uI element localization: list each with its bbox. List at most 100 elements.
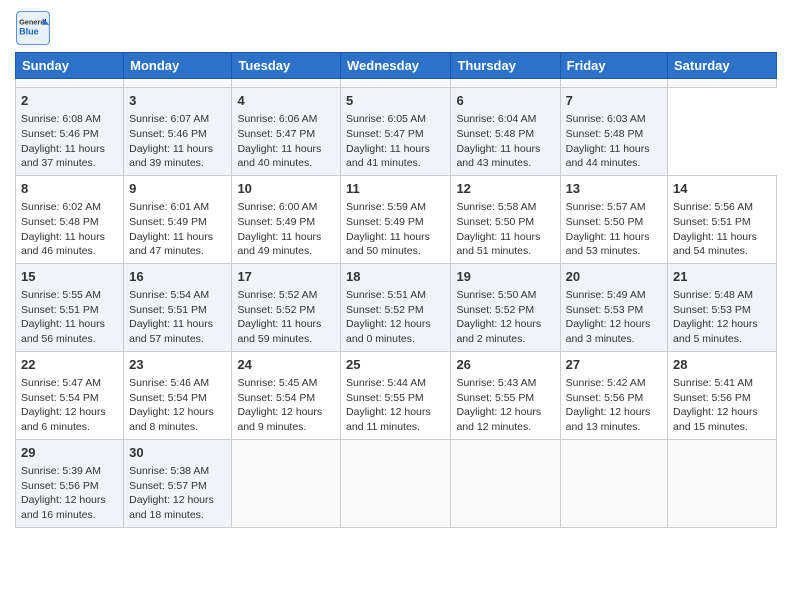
sunset-label: Sunset: 5:56 PM [673,392,751,404]
column-header-saturday: Saturday [668,53,777,79]
sunrise-label: Sunrise: 5:57 AM [566,201,646,213]
sunset-label: Sunset: 5:47 PM [237,128,315,140]
sunset-label: Sunset: 5:53 PM [566,304,644,316]
calendar-cell: 26Sunrise: 5:43 AMSunset: 5:55 PMDayligh… [451,351,560,439]
day-number: 17 [237,268,335,286]
day-number: 5 [346,92,445,110]
daylight-label: Daylight: 11 hours and 50 minutes. [346,231,430,258]
calendar-cell: 6Sunrise: 6:04 AMSunset: 5:48 PMDaylight… [451,88,560,176]
sunset-label: Sunset: 5:52 PM [456,304,534,316]
sunrise-label: Sunrise: 5:46 AM [129,377,209,389]
sunrise-label: Sunrise: 6:07 AM [129,113,209,125]
calendar-cell: 3Sunrise: 6:07 AMSunset: 5:46 PMDaylight… [124,88,232,176]
sunset-label: Sunset: 5:55 PM [346,392,424,404]
daylight-label: Daylight: 12 hours and 15 minutes. [673,406,758,433]
calendar-header-row: SundayMondayTuesdayWednesdayThursdayFrid… [16,53,777,79]
calendar-table: SundayMondayTuesdayWednesdayThursdayFrid… [15,52,777,528]
day-number: 21 [673,268,771,286]
daylight-label: Daylight: 11 hours and 59 minutes. [237,318,321,345]
sunrise-label: Sunrise: 6:04 AM [456,113,536,125]
day-number: 27 [566,356,662,374]
calendar-cell [668,79,777,88]
day-number: 25 [346,356,445,374]
sunset-label: Sunset: 5:50 PM [456,216,534,228]
day-number: 14 [673,180,771,198]
day-number: 18 [346,268,445,286]
sunset-label: Sunset: 5:49 PM [237,216,315,228]
daylight-label: Daylight: 11 hours and 56 minutes. [21,318,105,345]
sunset-label: Sunset: 5:57 PM [129,480,207,492]
calendar-cell: 2Sunrise: 6:08 AMSunset: 5:46 PMDaylight… [16,88,124,176]
sunrise-label: Sunrise: 5:47 AM [21,377,101,389]
day-number: 4 [237,92,335,110]
day-number: 30 [129,444,226,462]
day-number: 24 [237,356,335,374]
sunrise-label: Sunrise: 5:38 AM [129,465,209,477]
calendar-cell: 8Sunrise: 6:02 AMSunset: 5:48 PMDaylight… [16,175,124,263]
calendar-cell: 7Sunrise: 6:03 AMSunset: 5:48 PMDaylight… [560,88,667,176]
calendar-cell [341,79,451,88]
calendar-cell: 10Sunrise: 6:00 AMSunset: 5:49 PMDayligh… [232,175,341,263]
logo-icon: General Blue [15,10,51,46]
day-number: 11 [346,180,445,198]
calendar-cell: 23Sunrise: 5:46 AMSunset: 5:54 PMDayligh… [124,351,232,439]
sunset-label: Sunset: 5:47 PM [346,128,424,140]
sunrise-label: Sunrise: 6:06 AM [237,113,317,125]
calendar-cell [232,79,341,88]
daylight-label: Daylight: 11 hours and 41 minutes. [346,143,430,170]
sunset-label: Sunset: 5:54 PM [237,392,315,404]
sunrise-label: Sunrise: 5:51 AM [346,289,426,301]
calendar-cell: 12Sunrise: 5:58 AMSunset: 5:50 PMDayligh… [451,175,560,263]
calendar-cell: 29Sunrise: 5:39 AMSunset: 5:56 PMDayligh… [16,439,124,527]
sunrise-label: Sunrise: 5:41 AM [673,377,753,389]
sunset-label: Sunset: 5:54 PM [129,392,207,404]
sunrise-label: Sunrise: 6:01 AM [129,201,209,213]
svg-text:Blue: Blue [19,27,39,37]
day-number: 3 [129,92,226,110]
column-header-thursday: Thursday [451,53,560,79]
sunrise-label: Sunrise: 5:44 AM [346,377,426,389]
calendar-week-4: 15 Sunrise: 5:55 AM Sunset: 5:51 PM Dayligh… [16,263,777,351]
calendar-cell: 27Sunrise: 5:42 AMSunset: 5:56 PMDayligh… [560,351,667,439]
calendar-cell: 16Sunrise: 5:54 AMSunset: 5:51 PMDayligh… [124,263,232,351]
day-number: 15 [21,268,118,286]
calendar-cell [451,439,560,527]
column-header-monday: Monday [124,53,232,79]
calendar-cell: 11Sunrise: 5:59 AMSunset: 5:49 PMDayligh… [341,175,451,263]
daylight-label: Daylight: 11 hours and 53 minutes. [566,231,650,258]
column-header-friday: Friday [560,53,667,79]
day-number: 26 [456,356,554,374]
calendar-cell: 28 Sunrise: 5:41 AM Sunset: 5:56 PM Dayligh… [668,351,777,439]
logo: General Blue [15,10,51,46]
page-header: General Blue [15,10,777,46]
sunset-label: Sunset: 5:53 PM [673,304,751,316]
sunrise-label: Sunrise: 5:42 AM [566,377,646,389]
calendar-cell: 9Sunrise: 6:01 AMSunset: 5:49 PMDaylight… [124,175,232,263]
day-number: 10 [237,180,335,198]
calendar-cell: 15 Sunrise: 5:55 AM Sunset: 5:51 PM Dayligh… [16,263,124,351]
sunset-label: Sunset: 5:49 PM [346,216,424,228]
sunrise-label: Sunrise: 5:50 AM [456,289,536,301]
daylight-label: Daylight: 11 hours and 39 minutes. [129,143,213,170]
sunset-label: Sunset: 5:50 PM [566,216,644,228]
calendar-cell: 25Sunrise: 5:44 AMSunset: 5:55 PMDayligh… [341,351,451,439]
sunset-label: Sunset: 5:51 PM [673,216,751,228]
daylight-label: Daylight: 12 hours and 9 minutes. [237,406,322,433]
sunrise-label: Sunrise: 5:55 AM [21,289,101,301]
daylight-label: Daylight: 12 hours and 16 minutes. [21,494,106,521]
sunset-label: Sunset: 5:52 PM [237,304,315,316]
daylight-label: Daylight: 12 hours and 0 minutes. [346,318,431,345]
daylight-label: Daylight: 12 hours and 5 minutes. [673,318,758,345]
day-number: 6 [456,92,554,110]
calendar-cell: 18Sunrise: 5:51 AMSunset: 5:52 PMDayligh… [341,263,451,351]
daylight-label: Daylight: 11 hours and 44 minutes. [566,143,650,170]
sunrise-label: Sunrise: 5:45 AM [237,377,317,389]
calendar-cell: 19Sunrise: 5:50 AMSunset: 5:52 PMDayligh… [451,263,560,351]
daylight-label: Daylight: 12 hours and 13 minutes. [566,406,651,433]
sunset-label: Sunset: 5:51 PM [21,304,99,316]
day-number: 13 [566,180,662,198]
day-number: 28 [673,356,771,374]
calendar-cell [560,79,667,88]
sunrise-label: Sunrise: 5:52 AM [237,289,317,301]
calendar-week-2: 2Sunrise: 6:08 AMSunset: 5:46 PMDaylight… [16,88,777,176]
